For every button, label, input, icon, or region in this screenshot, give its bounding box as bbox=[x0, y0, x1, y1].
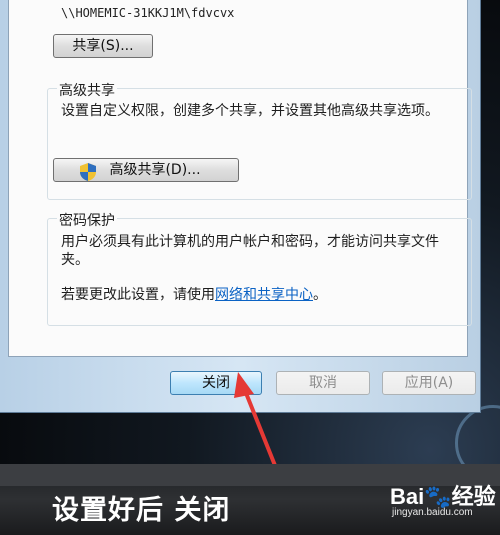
advanced-sharing-button-label: 高级共享(D)... bbox=[109, 162, 201, 178]
advanced-sharing-button[interactable]: 高级共享(D)... bbox=[53, 158, 239, 182]
cancel-button[interactable]: 取消 bbox=[276, 371, 370, 395]
password-protection-title: 密码保护 bbox=[57, 210, 117, 230]
network-sharing-center-link[interactable]: 网络和共享中心 bbox=[215, 287, 313, 303]
apply-button[interactable]: 应用(A) bbox=[382, 371, 476, 395]
watermark-url: jingyan.baidu.com bbox=[392, 507, 473, 518]
password-protection-description: 用户必须具有此计算机的用户帐户和密码，才能访问共享文件夹。 bbox=[61, 234, 439, 268]
network-path: \\HOMEMIC-31KKJ1M\fdvcvx bbox=[61, 6, 235, 20]
properties-window: \\HOMEMIC-31KKJ1M\fdvcvx 共享(S)... 高级共享 设… bbox=[0, 0, 481, 413]
change-setting-text: 若要更改此设置，请使用网络和共享中心。 bbox=[61, 286, 461, 304]
uac-shield-icon bbox=[80, 163, 96, 181]
share-button[interactable]: 共享(S)... bbox=[53, 34, 153, 58]
video-caption: 设置好后 关闭 bbox=[52, 495, 231, 526]
advanced-sharing-title: 高级共享 bbox=[57, 80, 117, 100]
change-setting-suffix: 。 bbox=[313, 287, 327, 303]
red-arrow-annotation bbox=[234, 372, 278, 470]
change-setting-prefix: 若要更改此设置，请使用 bbox=[61, 287, 215, 303]
sharing-tab-panel: \\HOMEMIC-31KKJ1M\fdvcvx 共享(S)... 高级共享 设… bbox=[8, 0, 472, 357]
advanced-sharing-description: 设置自定义权限，创建多个共享，并设置其他高级共享选项。 bbox=[61, 103, 439, 119]
